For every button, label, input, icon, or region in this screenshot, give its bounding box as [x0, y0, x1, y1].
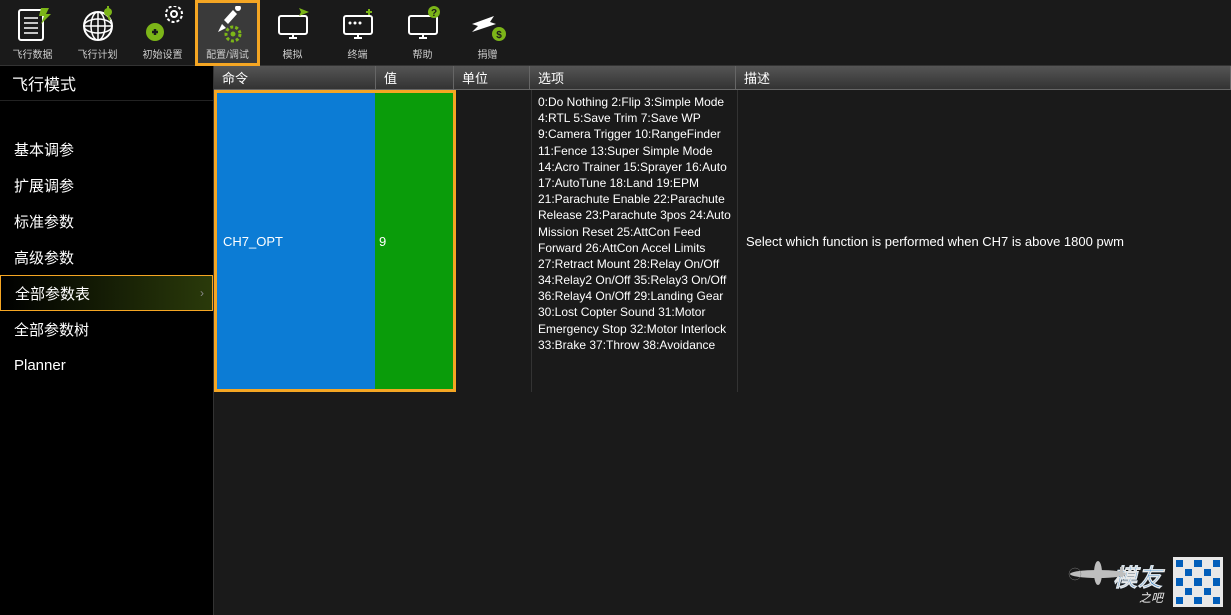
sidebar-item-basic-tuning[interactable]: 基本调参: [0, 131, 213, 167]
donate-icon: $: [468, 6, 508, 44]
toolbar-label: 终端: [348, 46, 368, 61]
sidebar-item-full-param-tree[interactable]: 全部参数树: [0, 311, 213, 347]
toolbar-label: 捐赠: [478, 46, 498, 61]
toolbar-label: 配置/调试: [206, 46, 249, 61]
sidebar-title: 飞行模式: [0, 66, 213, 101]
content: 命令 值 单位 选项 描述 CH7_OPT 9 0:Do Nothing 2:F…: [214, 66, 1231, 615]
main-area: 飞行模式 基本调参 扩展调参 标准参数 高级参数 全部参数表 全部参数树 Pla…: [0, 66, 1231, 615]
terminal-icon: [338, 6, 378, 44]
sidebar-item-extended-tuning[interactable]: 扩展调参: [0, 167, 213, 203]
plane-icon: [1063, 559, 1133, 589]
watermark: 模友 之吧: [1113, 557, 1223, 607]
toolbar-label: 初始设置: [143, 46, 183, 61]
cell-value[interactable]: 9: [375, 93, 453, 389]
plan-icon: [78, 6, 118, 44]
qr-code-icon: [1173, 557, 1223, 607]
sidebar-item-standard-params[interactable]: 标准参数: [0, 203, 213, 239]
config-icon: [208, 6, 248, 44]
column-header-command[interactable]: 命令: [214, 66, 376, 89]
cell-description: Select which function is performed when …: [738, 90, 1231, 392]
sidebar-item-full-param-list[interactable]: 全部参数表: [0, 275, 213, 311]
data-icon: [13, 6, 53, 44]
column-header-options[interactable]: 选项: [530, 66, 736, 89]
toolbar-item-donate[interactable]: $ 捐赠: [455, 0, 520, 66]
toolbar-item-terminal[interactable]: 终端: [325, 0, 390, 66]
cell-command[interactable]: CH7_OPT: [217, 93, 375, 389]
svg-text:$: $: [496, 30, 502, 41]
toolbar-item-sim[interactable]: 模拟: [260, 0, 325, 66]
cell-unit: [456, 90, 532, 392]
sidebar: 飞行模式 基本调参 扩展调参 标准参数 高级参数 全部参数表 全部参数树 Pla…: [0, 66, 214, 615]
toolbar-item-setup[interactable]: 初始设置: [130, 0, 195, 66]
column-header-value[interactable]: 值: [376, 66, 454, 89]
toolbar-item-config[interactable]: 配置/调试: [195, 0, 260, 66]
sim-icon: [273, 6, 313, 44]
toolbar-item-data[interactable]: 飞行数据: [0, 0, 65, 66]
toolbar-label: 模拟: [283, 46, 303, 61]
toolbar-item-help[interactable]: ? 帮助: [390, 0, 455, 66]
toolbar-label: 飞行数据: [13, 46, 53, 61]
toolbar-label: 飞行计划: [78, 46, 118, 61]
highlighted-cell-block: CH7_OPT 9: [214, 90, 456, 392]
table-row[interactable]: CH7_OPT 9 0:Do Nothing 2:Flip 3:Simple M…: [214, 90, 1231, 392]
column-header-description[interactable]: 描述: [736, 66, 1231, 89]
column-header-unit[interactable]: 单位: [454, 66, 530, 89]
setup-icon: [143, 6, 183, 44]
sidebar-item-planner[interactable]: Planner: [0, 347, 213, 383]
toolbar-item-plan[interactable]: 飞行计划: [65, 0, 130, 66]
toolbar: 飞行数据 飞行计划 初始设置: [0, 0, 1231, 66]
cell-options: 0:Do Nothing 2:Flip 3:Simple Mode 4:RTL …: [532, 90, 738, 392]
svg-text:?: ?: [430, 8, 436, 19]
table-header: 命令 值 单位 选项 描述: [214, 66, 1231, 90]
watermark-text-sub: 之吧: [1139, 589, 1163, 606]
toolbar-label: 帮助: [413, 46, 433, 61]
help-icon: ?: [403, 6, 443, 44]
sidebar-item-advanced-params[interactable]: 高级参数: [0, 239, 213, 275]
